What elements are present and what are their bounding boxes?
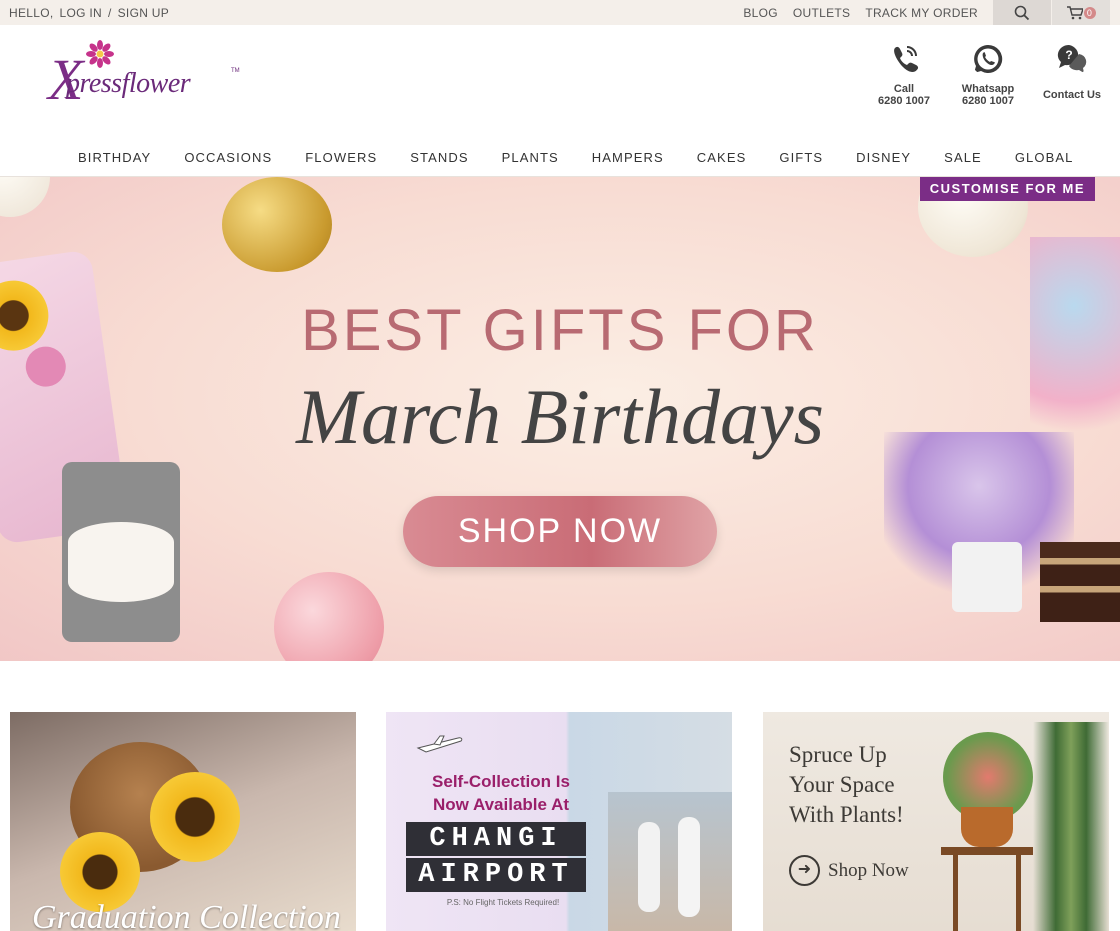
hero-title: BEST GIFTS FOR [301,298,819,363]
search-button[interactable] [993,0,1051,25]
airport-board: AIRPORT [406,858,586,892]
nav-hampers[interactable]: HAMPERS [592,150,664,165]
track-order-link[interactable]: TRACK MY ORDER [865,6,978,20]
whatsapp-number: 6280 1007 [962,95,1014,107]
top-utility-bar: HELLO, LOG IN / SIGN UP BLOG OUTLETS TRA… [0,0,1120,25]
chocolate-cake-slice-image [1040,542,1120,622]
logo-text: pressflower [66,68,191,99]
self-collection-line1: Self-Collection Is [432,772,570,791]
cart-icon [1066,5,1083,19]
blog-link[interactable]: BLOG [743,6,778,20]
hero-banner[interactable]: CUSTOMISE FOR ME BEST GIFTS FOR March Bi… [0,177,1120,661]
white-balloon-left [0,177,50,217]
airplane-icon [416,735,463,753]
call-label: Call [893,83,915,95]
utility-links: BLOG OUTLETS TRACK MY ORDER [743,6,978,20]
gold-balloon [222,177,332,272]
changi-board: CHANGI [406,822,586,856]
nav-flowers[interactable]: FLOWERS [305,150,377,165]
login-link[interactable]: LOG IN [60,6,102,20]
shop-now-button[interactable]: SHOP NOW [403,496,717,567]
call-number: 6280 1007 [878,95,930,107]
contact-us-button[interactable]: ? Contact Us [1030,42,1114,107]
plants-title-line1: Spruce Up [789,742,887,767]
account-links: HELLO, LOG IN / SIGN UP [9,6,169,20]
plants-title: Spruce Up Your Space With Plants! [789,740,904,830]
no-flight-tickets-note: P.S: No Flight Tickets Required! [446,898,560,907]
whatsapp-icon [974,44,1003,73]
phone-icon [894,46,919,72]
call-button[interactable]: Call 6280 1007 [862,42,946,107]
svg-text:?: ? [1065,48,1072,62]
changi-airport-card[interactable]: Self-Collection Is Now Available At CHAN… [386,712,732,931]
airport-photo-image [608,792,732,931]
contact-us-label: Contact Us [1042,89,1102,101]
customise-for-me-button[interactable]: CUSTOMISE FOR ME [919,177,1095,201]
snake-plant-image [1033,722,1109,931]
hero-subtitle: March Birthdays [296,373,824,460]
graduation-collection-title: Graduation Collection [32,899,341,931]
nav-global[interactable]: GLOBAL [1015,150,1074,165]
logo-trademark: TM [231,68,240,74]
birthday-cake-box-image [62,462,180,642]
pink-balloon [274,572,384,661]
contact-options: Call 6280 1007 Whatsapp 6280 1007 ? Cont… [862,42,1114,107]
nav-cakes[interactable]: CAKES [697,150,747,165]
whatsapp-button[interactable]: Whatsapp 6280 1007 [946,42,1030,107]
plant-stand-image [941,847,1033,931]
plants-shop-now-button[interactable]: ➜ Shop Now [789,855,909,886]
self-collection-text: Self-Collection Is Now Available At [406,770,596,816]
sunflower-image [150,772,240,862]
plants-card[interactable]: Spruce Up Your Space With Plants! ➜ Shop… [763,712,1109,931]
nav-sale[interactable]: SALE [944,150,982,165]
cart-button[interactable]: 0 [1052,0,1110,25]
nav-stands[interactable]: STANDS [410,150,468,165]
xpressflower-logo[interactable]: X pressflower TM [48,40,248,125]
nav-disney[interactable]: DISNEY [856,150,911,165]
main-navigation: BIRTHDAY OCCASIONS FLOWERS STANDS PLANTS… [78,150,1106,165]
flower-logo-icon [86,40,114,68]
plant-pot-image [961,807,1013,847]
nav-occasions[interactable]: OCCASIONS [184,150,272,165]
outlets-link[interactable]: OUTLETS [793,6,850,20]
nav-plants[interactable]: PLANTS [502,150,559,165]
arrow-right-icon: ➜ [789,855,820,886]
cart-count-badge: 0 [1083,6,1096,19]
chat-icon: ? [1057,44,1087,73]
plants-title-line2: Your Space [789,772,895,797]
signup-link[interactable]: SIGN UP [118,6,169,20]
hello-label: HELLO, [9,6,54,20]
graduation-collection-card[interactable]: Graduation Collection [10,712,356,931]
plants-shop-now-label: Shop Now [828,859,909,881]
nav-birthday[interactable]: BIRTHDAY [78,150,151,165]
account-separator: / [107,6,112,20]
nav-gifts[interactable]: GIFTS [779,150,823,165]
plants-title-line3: With Plants! [789,802,904,827]
whatsapp-label: Whatsapp [961,83,1015,95]
self-collection-line2: Now Available At [432,795,570,814]
search-icon [1014,5,1030,20]
